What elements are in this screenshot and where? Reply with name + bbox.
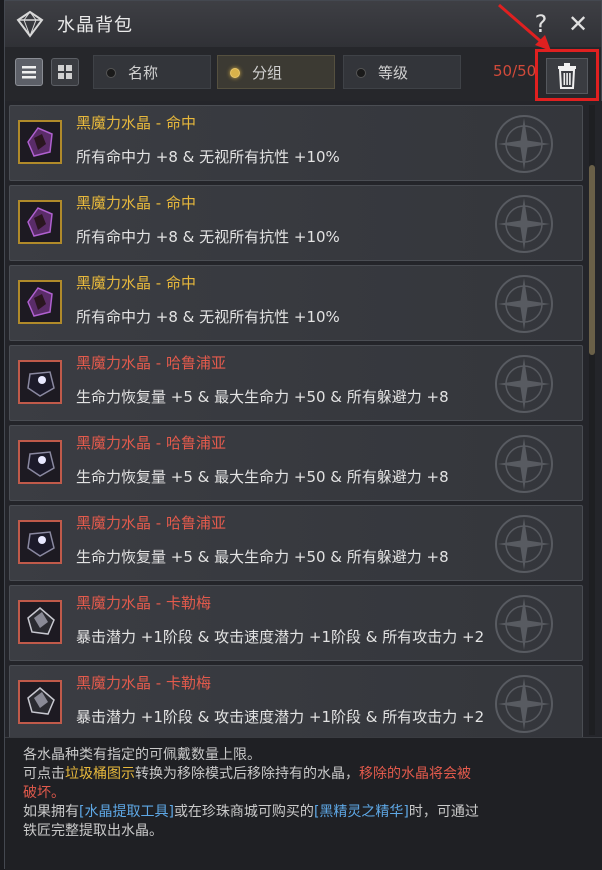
crystal-item[interactable]: 黑魔力水晶 - 卡勒梅 暴击潜力 +1阶段 & 攻击速度潜力 +1阶段 & 所有…: [9, 585, 583, 661]
compass-emblem-icon: [495, 275, 553, 333]
crystal-list[interactable]: 黑魔力水晶 - 命中 所有命中力 +8 & 无视所有抗性 +10% 黑魔力水晶 …: [5, 101, 602, 737]
crystal-description: 所有命中力 +8 & 无视所有抗性 +10%: [76, 228, 340, 246]
crystal-inventory-window: 水晶背包 ? ✕ 名称 分组 等级 50/50 黑魔力水晶 - 命中 所有命中力…: [4, 0, 602, 870]
crystal-item[interactable]: 黑魔力水晶 - 命中 所有命中力 +8 & 无视所有抗性 +10%: [9, 105, 583, 181]
info-text: 可点击: [23, 766, 65, 782]
compass-emblem-icon: [495, 595, 553, 653]
crystal-icon: [18, 440, 62, 484]
sort-option-label: 分组: [252, 64, 283, 82]
crystal-logo-icon: [16, 10, 44, 38]
compass-emblem-icon: [495, 435, 553, 493]
crystal-count: 50/50: [493, 62, 537, 80]
info-text: 时，可通过: [408, 804, 479, 820]
crystal-name: 黑魔力水晶 - 卡勒梅: [76, 594, 211, 612]
crystal-name: 黑魔力水晶 - 哈鲁浦亚: [76, 354, 226, 372]
crystal-description: 所有命中力 +8 & 无视所有抗性 +10%: [76, 308, 340, 326]
info-line: 破坏。: [23, 784, 589, 803]
radio-dot-icon: [106, 68, 116, 78]
crystal-description: 暴击潜力 +1阶段 & 攻击速度潜力 +1阶段 & 所有攻击力 +2: [76, 628, 485, 646]
compass-emblem-icon: [495, 195, 553, 253]
crystal-name: 黑魔力水晶 - 命中: [76, 114, 196, 132]
crystal-icon: [18, 120, 62, 164]
sort-option-label: 等级: [378, 64, 409, 82]
compass-emblem-icon: [495, 675, 553, 733]
crystal-icon: [18, 280, 62, 324]
sort-by-name-radio[interactable]: 名称: [93, 55, 211, 89]
grid-icon: [58, 65, 72, 79]
info-line: 如果拥有[水晶提取工具]或在珍珠商城可购买的[黑精灵之精华]时，可通过: [23, 803, 589, 822]
crystal-description: 生命力恢复量 +5 & 最大生命力 +50 & 所有躲避力 +8: [76, 468, 449, 486]
list-icon: [22, 66, 36, 79]
crystal-item[interactable]: 黑魔力水晶 - 卡勒梅 暴击潜力 +1阶段 & 攻击速度潜力 +1阶段 & 所有…: [9, 665, 583, 737]
info-text: 转换为移除模式后移除持有的水晶，: [135, 766, 359, 782]
sort-by-group-radio[interactable]: 分组: [217, 55, 335, 89]
crystal-icon: [18, 360, 62, 404]
info-text: 如果拥有: [23, 804, 79, 820]
info-panel: 各水晶种类有指定的可佩戴数量上限。 可点击垃圾桶图示转换为移除模式后移除持有的水…: [5, 737, 602, 870]
scrollbar-thumb[interactable]: [589, 165, 595, 355]
crystal-name: 黑魔力水晶 - 哈鲁浦亚: [76, 514, 226, 532]
crystal-name: 黑魔力水晶 - 命中: [76, 274, 196, 292]
crystal-icon: [18, 600, 62, 644]
crystal-icon: [18, 520, 62, 564]
info-line: 可点击垃圾桶图示转换为移除模式后移除持有的水晶，移除的水晶将会被: [23, 765, 589, 784]
compass-emblem-icon: [495, 355, 553, 413]
radio-dot-icon: [356, 68, 366, 78]
crystal-name: 黑魔力水晶 - 卡勒梅: [76, 674, 211, 692]
window-title: 水晶背包: [57, 15, 133, 36]
close-button[interactable]: ✕: [563, 9, 593, 39]
crystal-item[interactable]: 黑魔力水晶 - 命中 所有命中力 +8 & 无视所有抗性 +10%: [9, 265, 583, 341]
info-line: 铁匠完整提取出水晶。: [23, 823, 163, 839]
radio-dot-icon: [230, 68, 240, 78]
crystal-description: 生命力恢复量 +5 & 最大生命力 +50 & 所有躲避力 +8: [76, 548, 449, 566]
trash-button[interactable]: [546, 58, 588, 94]
info-text: 或在珍珠商城可购买的: [173, 804, 314, 820]
item-link-dark-elf-essence[interactable]: [黑精灵之精华]: [314, 804, 409, 820]
crystal-name: 黑魔力水晶 - 哈鲁浦亚: [76, 434, 226, 452]
compass-emblem-icon: [495, 515, 553, 573]
crystal-description: 所有命中力 +8 & 无视所有抗性 +10%: [76, 148, 340, 166]
crystal-item[interactable]: 黑魔力水晶 - 哈鲁浦亚 生命力恢复量 +5 & 最大生命力 +50 & 所有躲…: [9, 425, 583, 501]
warning-text: 移除的水晶将会被: [359, 766, 471, 782]
list-scrollbar[interactable]: [589, 105, 595, 735]
crystal-item[interactable]: 黑魔力水晶 - 哈鲁浦亚 生命力恢复量 +5 & 最大生命力 +50 & 所有躲…: [9, 505, 583, 581]
crystal-icon: [18, 680, 62, 724]
warning-text: 破坏。: [23, 785, 65, 801]
compass-emblem-icon: [495, 115, 553, 173]
trash-icon: [558, 63, 576, 89]
grid-view-button[interactable]: [51, 58, 79, 86]
sort-by-level-radio[interactable]: 等级: [343, 55, 461, 89]
crystal-name: 黑魔力水晶 - 命中: [76, 194, 196, 212]
item-link-extraction-tool[interactable]: [水晶提取工具]: [79, 804, 174, 820]
list-view-button[interactable]: [15, 58, 43, 86]
crystal-item[interactable]: 黑魔力水晶 - 命中 所有命中力 +8 & 无视所有抗性 +10%: [9, 185, 583, 261]
crystal-description: 暴击潜力 +1阶段 & 攻击速度潜力 +1阶段 & 所有攻击力 +2: [76, 708, 485, 726]
crystal-item[interactable]: 黑魔力水晶 - 哈鲁浦亚 生命力恢复量 +5 & 最大生命力 +50 & 所有躲…: [9, 345, 583, 421]
trash-icon-hint: 垃圾桶图示: [65, 766, 135, 782]
info-line: 各水晶种类有指定的可佩戴数量上限。: [23, 747, 261, 763]
crystal-icon: [18, 200, 62, 244]
crystal-description: 生命力恢复量 +5 & 最大生命力 +50 & 所有躲避力 +8: [76, 388, 449, 406]
pointer-arrow-icon: [498, 3, 551, 51]
sort-option-label: 名称: [128, 64, 159, 82]
